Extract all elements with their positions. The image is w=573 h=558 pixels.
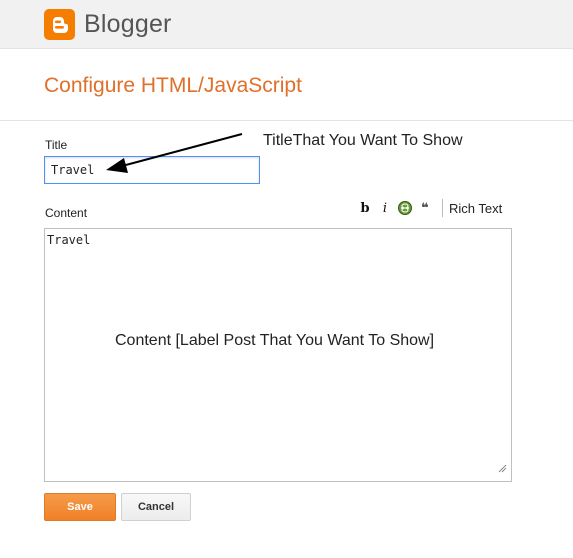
link-icon bbox=[398, 201, 412, 215]
blogger-logo-icon[interactable] bbox=[44, 9, 75, 40]
bold-button[interactable]: b bbox=[356, 199, 374, 217]
link-button[interactable] bbox=[396, 199, 414, 217]
page-title: Configure HTML/JavaScript bbox=[44, 74, 302, 97]
title-label: Title bbox=[45, 138, 68, 152]
cancel-button[interactable]: Cancel bbox=[121, 493, 191, 521]
content-label: Content bbox=[45, 206, 88, 220]
title-input[interactable] bbox=[44, 156, 260, 184]
quote-button[interactable]: ❝ bbox=[416, 199, 434, 217]
save-button[interactable]: Save bbox=[44, 493, 116, 521]
resize-grip-icon[interactable] bbox=[497, 463, 507, 473]
italic-button[interactable]: i bbox=[376, 199, 394, 217]
app-header: Blogger bbox=[0, 0, 573, 49]
brand-name[interactable]: Blogger bbox=[84, 10, 172, 39]
toolbar-divider bbox=[442, 199, 443, 217]
content-textarea[interactable]: Travel bbox=[44, 228, 512, 482]
rich-text-link[interactable]: Rich Text bbox=[449, 201, 502, 216]
annotation-title-note: TitleThat You Want To Show bbox=[263, 132, 463, 149]
editor-toolbar: b i ❝ Rich Text bbox=[356, 197, 502, 219]
annotation-content-note: Content [Label Post That You Want To Sho… bbox=[115, 332, 435, 349]
